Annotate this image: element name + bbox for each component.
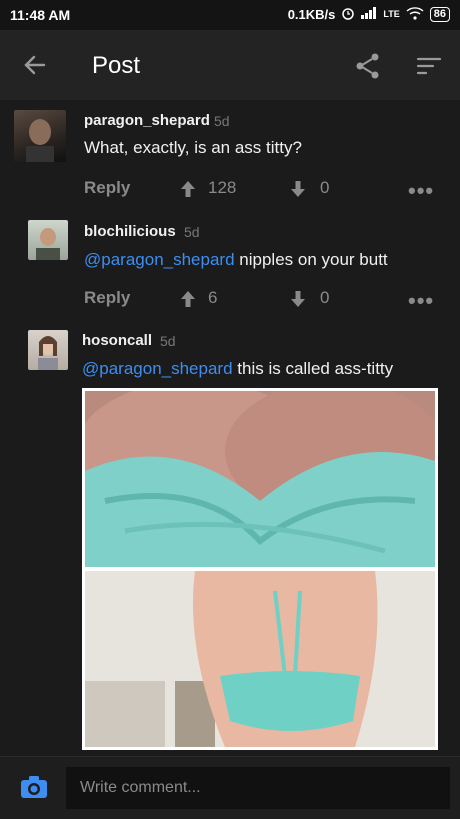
comment-age: 5d xyxy=(160,333,176,349)
reply-button[interactable]: Reply xyxy=(84,288,130,308)
comment-author[interactable]: blochilicious xyxy=(84,223,176,240)
downvote-count: 0 xyxy=(320,288,330,307)
sort-icon[interactable] xyxy=(416,56,442,81)
signal-icon xyxy=(361,7,377,22)
comment-body: @paragon_shepard nipples on your butt xyxy=(84,250,388,270)
status-indicators: 0.1KB/s LTE 86 xyxy=(288,6,450,23)
comment-author[interactable]: hosoncall xyxy=(82,332,152,349)
wifi-icon xyxy=(406,6,424,23)
net-speed: 0.1KB/s xyxy=(287,7,336,22)
image-panel-top xyxy=(85,391,435,567)
comment-item: blochilicious 5d @paragon_shepard nipple… xyxy=(0,210,460,320)
arrow-left-icon[interactable] xyxy=(22,52,48,83)
image-panel-bottom xyxy=(85,571,435,747)
comment-text: What, exactly, is an ass titty? xyxy=(84,138,302,157)
upvote-count: 128 xyxy=(208,178,237,197)
comment-text: this is called ass-titty xyxy=(232,359,394,378)
comment-body: What, exactly, is an ass titty? xyxy=(84,138,302,158)
comment-composer xyxy=(0,756,460,819)
reply-button[interactable]: Reply xyxy=(84,178,130,198)
app-bar: Post xyxy=(0,30,460,100)
comment-text: nipples on your butt xyxy=(234,250,388,269)
upvote-icon[interactable] xyxy=(180,290,196,313)
more-options-icon[interactable]: ••• xyxy=(408,288,434,314)
mention-link[interactable]: @paragon_shepard xyxy=(84,250,235,269)
comment-age: 5d xyxy=(184,224,200,240)
comment-body: @paragon_shepard this is called ass-titt… xyxy=(82,359,393,379)
downvote-count: 0 xyxy=(320,178,330,197)
status-time: 11:48 AM xyxy=(10,7,71,23)
comment-author[interactable]: paragon_shepard xyxy=(84,112,210,129)
battery-indicator: 86 xyxy=(429,7,450,22)
avatar[interactable] xyxy=(28,220,68,260)
comment-actions: Reply 6 0 ••• xyxy=(84,288,444,314)
avatar[interactable] xyxy=(28,330,68,370)
comment-item: paragon_shepard 5d What, exactly, is an … xyxy=(0,100,460,210)
mention-link[interactable]: @paragon_shepard xyxy=(82,359,233,378)
network-type: LTE xyxy=(383,9,400,19)
comment-image[interactable] xyxy=(82,388,438,750)
upvote-icon[interactable] xyxy=(180,180,196,203)
camera-icon[interactable] xyxy=(20,775,48,804)
comment-age: 5d xyxy=(214,113,230,129)
page-title: Post xyxy=(92,52,141,79)
share-icon[interactable] xyxy=(354,52,382,85)
status-bar: 11:48 AM 0.1KB/s LTE 86 xyxy=(0,0,460,30)
avatar[interactable] xyxy=(14,110,66,162)
downvote-icon[interactable] xyxy=(290,180,306,203)
comment-input[interactable] xyxy=(66,767,450,809)
upvote-count: 6 xyxy=(208,288,218,307)
alarm-icon xyxy=(341,6,355,23)
comment-actions: Reply 128 0 ••• xyxy=(84,178,444,204)
more-options-icon[interactable]: ••• xyxy=(408,178,434,204)
downvote-icon[interactable] xyxy=(290,290,306,313)
